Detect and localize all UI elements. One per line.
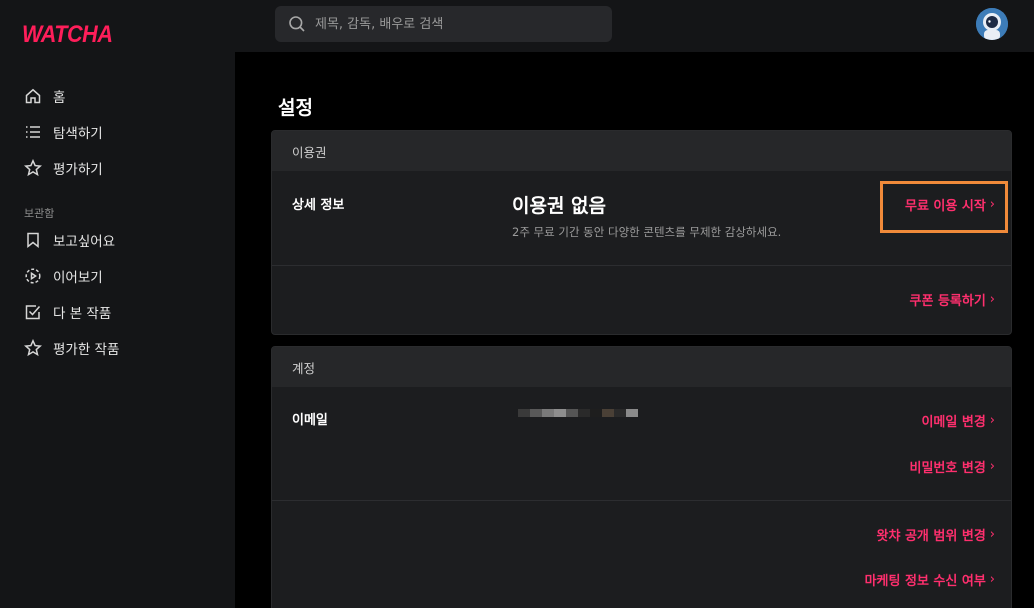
email-change-link[interactable]: 이메일 변경 › <box>921 411 995 430</box>
sidebar-item-label: 다 본 작품 <box>53 306 112 322</box>
sidebar-item-home[interactable]: 홈 <box>0 78 235 114</box>
free-trial-label: 무료 이용 시작 <box>904 199 986 214</box>
password-change-link[interactable]: 비밀번호 변경 › <box>910 457 996 476</box>
account-card: 계정 이메일 이메일 변경 › 비밀번호 변경 › 왓챠 공개 범위 변경 › <box>271 346 1012 608</box>
sidebar-item-watched[interactable]: 다 본 작품 <box>0 294 235 330</box>
avatar-icon[interactable] <box>976 8 1008 40</box>
watcha-logo[interactable]: WATCHA <box>22 21 113 49</box>
chevron-right-icon: › <box>989 413 995 428</box>
email-label: 이메일 <box>292 413 328 428</box>
search-input[interactable] <box>315 16 595 32</box>
sidebar-item-wishlist[interactable]: 보고싶어요 <box>0 222 235 258</box>
search-icon <box>289 16 305 32</box>
bookmark-icon <box>24 231 42 249</box>
chevron-right-icon: › <box>989 527 995 542</box>
sidebar: WATCHA 홈 탐색하기 평가하기 보관함 보고싶어요 이어보기 다 본 작품… <box>0 0 235 608</box>
list-icon <box>24 123 42 141</box>
sidebar-item-label: 탐색하기 <box>53 126 103 142</box>
subscription-section-title: 이용권 <box>272 131 1011 171</box>
home-icon <box>24 87 42 105</box>
subscription-card: 이용권 상세 정보 이용권 없음 2주 무료 기간 동안 다양한 콘텐츠를 무제… <box>271 130 1012 335</box>
privacy-link[interactable]: 왓챠 공개 범위 변경 › <box>877 525 995 544</box>
free-trial-link[interactable]: 무료 이용 시작 › <box>905 195 995 214</box>
email-value-blurred <box>518 409 638 417</box>
chevron-right-icon: › <box>989 292 995 307</box>
marketing-link[interactable]: 마케팅 정보 수신 여부 › <box>865 570 995 589</box>
chevron-right-icon: › <box>989 459 995 474</box>
privacy-label: 왓챠 공개 범위 변경 <box>876 529 986 544</box>
password-change-label: 비밀번호 변경 <box>909 461 986 476</box>
coupon-row: 쿠폰 등록하기 › <box>272 266 1011 334</box>
sidebar-item-label: 평가하기 <box>53 162 103 178</box>
chevron-right-icon: › <box>989 572 995 587</box>
library-nav: 보고싶어요 이어보기 다 본 작품 평가한 작품 <box>0 222 235 366</box>
star-icon <box>24 159 42 177</box>
coupon-link[interactable]: 쿠폰 등록하기 › <box>910 290 996 309</box>
sidebar-item-explore[interactable]: 탐색하기 <box>0 114 235 150</box>
detail-label: 상세 정보 <box>292 198 345 213</box>
play-circle-icon <box>24 267 42 285</box>
marketing-label: 마케팅 정보 수신 여부 <box>864 574 986 589</box>
coupon-label: 쿠폰 등록하기 <box>909 294 986 309</box>
account-section-title: 계정 <box>272 347 1011 387</box>
search-bar[interactable] <box>275 6 612 42</box>
main-nav: 홈 탐색하기 평가하기 <box>0 78 235 186</box>
privacy-row: 왓챠 공개 범위 변경 › 마케팅 정보 수신 여부 › <box>272 501 1011 608</box>
sidebar-item-continue[interactable]: 이어보기 <box>0 258 235 294</box>
email-row: 이메일 이메일 변경 › 비밀번호 변경 › <box>272 387 1011 501</box>
sidebar-item-label: 평가한 작품 <box>53 342 120 358</box>
plan-title: 이용권 없음 <box>512 195 607 217</box>
star-icon <box>24 339 42 357</box>
email-change-label: 이메일 변경 <box>921 415 986 430</box>
sidebar-item-rated[interactable]: 평가한 작품 <box>0 330 235 366</box>
sidebar-item-label: 보고싶어요 <box>53 234 116 250</box>
checkbox-icon <box>24 303 42 321</box>
plan-description: 2주 무료 기간 동안 다양한 콘텐츠를 무제한 감상하세요. <box>512 225 782 239</box>
page-title: 설정 <box>278 97 313 119</box>
top-header <box>235 0 1034 52</box>
library-section-title: 보관함 <box>24 207 55 220</box>
sidebar-item-label: 홈 <box>53 90 66 106</box>
sidebar-item-label: 이어보기 <box>53 270 103 286</box>
subscription-detail-row: 상세 정보 이용권 없음 2주 무료 기간 동안 다양한 콘텐츠를 무제한 감상… <box>272 171 1011 266</box>
sidebar-item-rate[interactable]: 평가하기 <box>0 150 235 186</box>
chevron-right-icon: › <box>989 197 995 212</box>
